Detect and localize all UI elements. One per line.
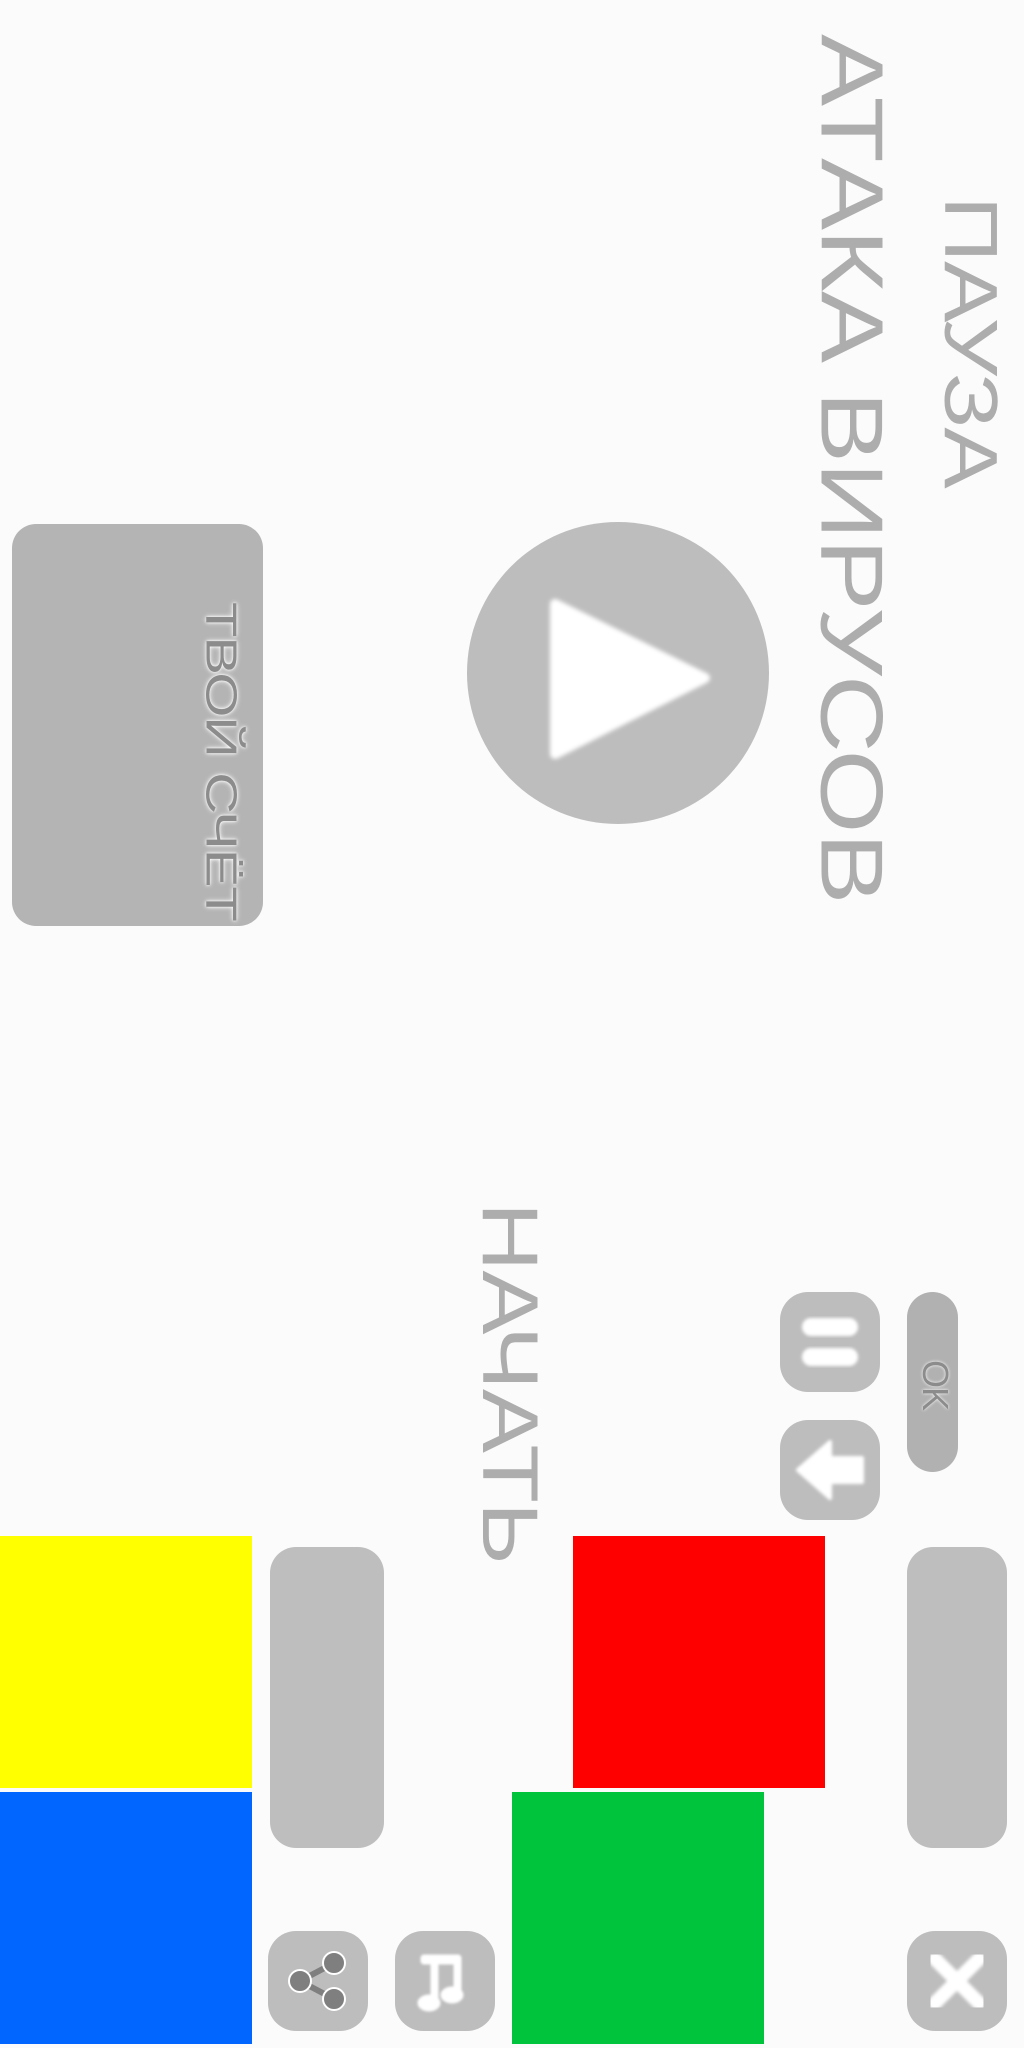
pause-title: ПАУЗА — [928, 196, 1013, 488]
pause-icon — [802, 1318, 858, 1366]
color-square-green[interactable] — [512, 1792, 764, 2044]
right-side-bar[interactable] — [907, 1547, 1007, 1848]
play-icon — [550, 599, 710, 759]
score-label: ТВОЙ СЧЁТ — [196, 602, 246, 921]
back-arrow-icon — [796, 1440, 864, 1500]
game-title: АТАКА ВИРУСОВ — [802, 34, 902, 904]
start-button[interactable]: НАЧАТЬ — [466, 1202, 554, 1564]
color-square-yellow[interactable] — [0, 1536, 252, 1788]
ok-label: OK — [915, 1360, 956, 1411]
left-side-bar[interactable] — [270, 1547, 384, 1848]
music-note-icon — [417, 1954, 464, 2012]
share-button[interactable] — [268, 1931, 368, 2031]
music-button[interactable] — [395, 1931, 495, 2031]
back-button[interactable] — [780, 1420, 880, 1520]
share-icon — [288, 1951, 346, 2011]
pause-button[interactable] — [780, 1292, 880, 1392]
color-square-blue[interactable] — [0, 1792, 252, 2044]
color-square-red[interactable] — [573, 1536, 825, 1788]
close-icon — [928, 1952, 986, 2010]
close-button[interactable] — [907, 1931, 1007, 2031]
play-button[interactable] — [467, 522, 769, 824]
